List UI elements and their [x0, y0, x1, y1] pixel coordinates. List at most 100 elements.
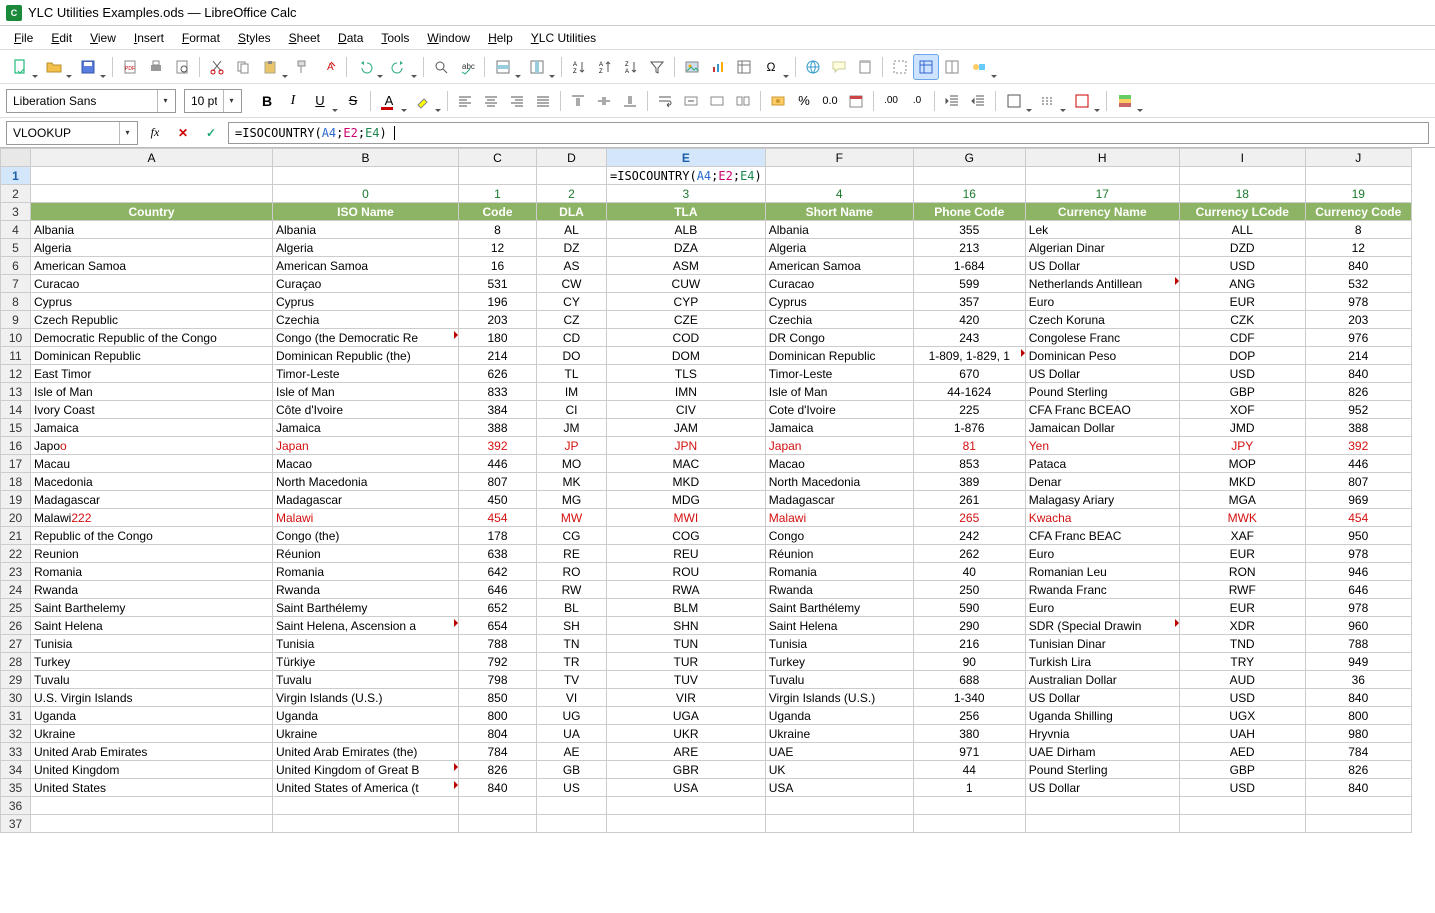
cell-C12[interactable]: 626: [459, 365, 537, 383]
cell-J26[interactable]: 960: [1305, 617, 1411, 635]
cell-D9[interactable]: CZ: [537, 311, 607, 329]
cell-F18[interactable]: North Macedonia: [765, 473, 913, 491]
row-header-20[interactable]: 20: [1, 509, 31, 527]
cell-F11[interactable]: Dominican Republic: [765, 347, 913, 365]
cell-D36[interactable]: [537, 797, 607, 815]
cell-D10[interactable]: CD: [537, 329, 607, 347]
cell-I22[interactable]: EUR: [1179, 545, 1305, 563]
cell-F22[interactable]: Réunion: [765, 545, 913, 563]
column-header-I[interactable]: I: [1179, 149, 1305, 167]
cell-J3[interactable]: Currency Code: [1305, 203, 1411, 221]
cell-G15[interactable]: 1-876: [913, 419, 1025, 437]
cell-I1[interactable]: [1179, 167, 1305, 185]
cell-E4[interactable]: ALB: [607, 221, 766, 239]
cell-B23[interactable]: Romania: [273, 563, 459, 581]
undo-button[interactable]: [351, 54, 385, 80]
cell-C23[interactable]: 642: [459, 563, 537, 581]
cell-F32[interactable]: Ukraine: [765, 725, 913, 743]
cell-B27[interactable]: Tunisia: [273, 635, 459, 653]
cell-E30[interactable]: VIR: [607, 689, 766, 707]
menu-styles[interactable]: Styles: [230, 27, 279, 49]
copy-button[interactable]: [230, 54, 256, 80]
row-header-12[interactable]: 12: [1, 365, 31, 383]
cell-G23[interactable]: 40: [913, 563, 1025, 581]
cell-I26[interactable]: XDR: [1179, 617, 1305, 635]
row-header-13[interactable]: 13: [1, 383, 31, 401]
cell-D37[interactable]: [537, 815, 607, 833]
sort-asc-button[interactable]: AZ: [592, 54, 618, 80]
cell-G22[interactable]: 262: [913, 545, 1025, 563]
headers-footers-button[interactable]: [852, 54, 878, 80]
cell-G31[interactable]: 256: [913, 707, 1025, 725]
cell-A13[interactable]: Isle of Man: [31, 383, 273, 401]
cell-I28[interactable]: TRY: [1179, 653, 1305, 671]
cell-J30[interactable]: 840: [1305, 689, 1411, 707]
cell-E18[interactable]: MKD: [607, 473, 766, 491]
row-header-29[interactable]: 29: [1, 671, 31, 689]
cell-D6[interactable]: AS: [537, 257, 607, 275]
cell-I35[interactable]: USD: [1179, 779, 1305, 797]
cell-C36[interactable]: [459, 797, 537, 815]
column-header-C[interactable]: C: [459, 149, 537, 167]
cell-E11[interactable]: DOM: [607, 347, 766, 365]
row-header-25[interactable]: 25: [1, 599, 31, 617]
sort-button[interactable]: AZ: [566, 54, 592, 80]
cell-G24[interactable]: 250: [913, 581, 1025, 599]
cell-B29[interactable]: Tuvalu: [273, 671, 459, 689]
cell-C37[interactable]: [459, 815, 537, 833]
cell-C9[interactable]: 203: [459, 311, 537, 329]
cell-F20[interactable]: Malawi: [765, 509, 913, 527]
cell-I24[interactable]: RWF: [1179, 581, 1305, 599]
cell-D27[interactable]: TN: [537, 635, 607, 653]
cell-D20[interactable]: MW: [537, 509, 607, 527]
cell-I32[interactable]: UAH: [1179, 725, 1305, 743]
cell-B30[interactable]: Virgin Islands (U.S.): [273, 689, 459, 707]
cell-C16[interactable]: 392: [459, 437, 537, 455]
cell-J4[interactable]: 8: [1305, 221, 1411, 239]
cell-F8[interactable]: Cyprus: [765, 293, 913, 311]
cell-H37[interactable]: [1025, 815, 1179, 833]
cell-J27[interactable]: 788: [1305, 635, 1411, 653]
cell-H2[interactable]: 17: [1025, 185, 1179, 203]
cell-I16[interactable]: JPY: [1179, 437, 1305, 455]
cell-D2[interactable]: 2: [537, 185, 607, 203]
unmerge-cells-button[interactable]: [730, 88, 756, 114]
cell-H32[interactable]: Hryvnia: [1025, 725, 1179, 743]
cell-H34[interactable]: Pound Sterling: [1025, 761, 1179, 779]
cell-E25[interactable]: BLM: [607, 599, 766, 617]
cell-H6[interactable]: US Dollar: [1025, 257, 1179, 275]
menu-tools[interactable]: Tools: [373, 27, 417, 49]
cell-H14[interactable]: CFA Franc BCEAO: [1025, 401, 1179, 419]
cell-I11[interactable]: DOP: [1179, 347, 1305, 365]
cell-G20[interactable]: 265: [913, 509, 1025, 527]
cell-H33[interactable]: UAE Dirham: [1025, 743, 1179, 761]
row-header-21[interactable]: 21: [1, 527, 31, 545]
conditional-format-button[interactable]: [1111, 88, 1145, 114]
accept-button[interactable]: ✓: [200, 122, 222, 144]
cell-E8[interactable]: CYP: [607, 293, 766, 311]
cell-C26[interactable]: 654: [459, 617, 537, 635]
cell-B34[interactable]: United Kingdom of Great B: [273, 761, 459, 779]
cell-J12[interactable]: 840: [1305, 365, 1411, 383]
paste-button[interactable]: [256, 54, 290, 80]
cell-F13[interactable]: Isle of Man: [765, 383, 913, 401]
cell-C32[interactable]: 804: [459, 725, 537, 743]
cell-D24[interactable]: RW: [537, 581, 607, 599]
cell-B14[interactable]: Côte d'Ivoire: [273, 401, 459, 419]
increase-indent-button[interactable]: [939, 88, 965, 114]
cell-D15[interactable]: JM: [537, 419, 607, 437]
cell-F9[interactable]: Czechia: [765, 311, 913, 329]
cell-E23[interactable]: ROU: [607, 563, 766, 581]
cell-C8[interactable]: 196: [459, 293, 537, 311]
cell-A9[interactable]: Czech Republic: [31, 311, 273, 329]
cell-H23[interactable]: Romanian Leu: [1025, 563, 1179, 581]
cell-C25[interactable]: 652: [459, 599, 537, 617]
border-style-button[interactable]: [1034, 88, 1068, 114]
sort-desc-button[interactable]: ZA: [618, 54, 644, 80]
cell-B31[interactable]: Uganda: [273, 707, 459, 725]
name-box-dropdown[interactable]: ▾: [119, 122, 135, 144]
menu-data[interactable]: Data: [330, 27, 371, 49]
cell-D23[interactable]: RO: [537, 563, 607, 581]
cell-A4[interactable]: Albania: [31, 221, 273, 239]
cell-J24[interactable]: 646: [1305, 581, 1411, 599]
